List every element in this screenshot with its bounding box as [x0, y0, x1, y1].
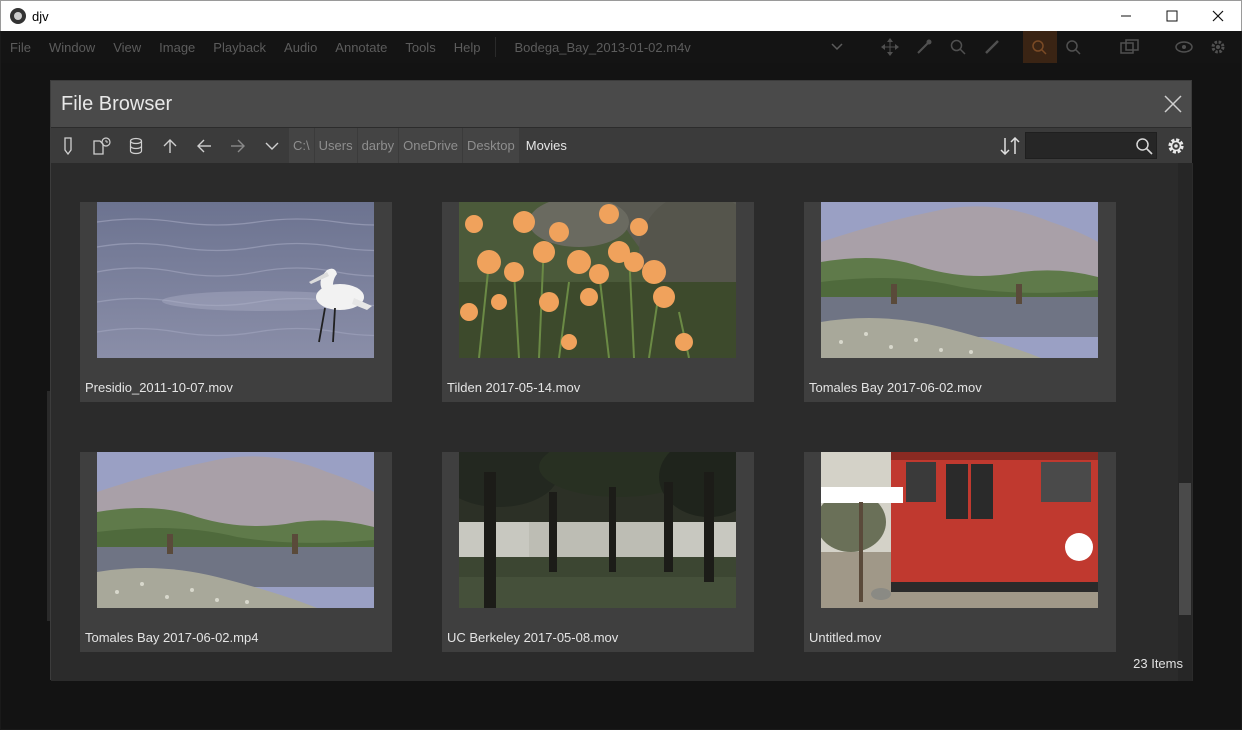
back-button[interactable] — [187, 128, 221, 164]
file-browser-dialog: File Browser C:\ Users darby OneDrive De… — [50, 80, 1193, 681]
thumbnail-trees — [459, 452, 736, 608]
arrow-right-icon — [231, 139, 245, 152]
search-icon[interactable] — [1133, 135, 1155, 157]
menu-tools[interactable]: Tools — [396, 40, 444, 55]
current-file-combo[interactable]: Bodega_Bay_2013-01-02.m4v — [514, 40, 814, 55]
window-layout-icon[interactable] — [1113, 31, 1147, 63]
up-folder-button[interactable] — [153, 128, 187, 164]
file-name: Tilden 2017-05-14.mov — [447, 380, 581, 395]
move-icon[interactable] — [873, 31, 907, 63]
menu-file[interactable]: File — [1, 40, 40, 55]
minimize-icon — [1121, 15, 1131, 17]
breadcrumb-desktop[interactable]: Desktop — [463, 127, 519, 164]
close-dialog-button[interactable] — [1161, 92, 1185, 116]
thumbnail-bay — [97, 452, 374, 608]
item-count: 23 Items — [1133, 656, 1183, 671]
drives-button[interactable] — [119, 128, 153, 164]
menu-annotate[interactable]: Annotate — [326, 40, 396, 55]
arrow-up-icon — [163, 138, 177, 153]
thumbnail-poppies — [459, 202, 736, 358]
file-tile[interactable]: Tomales Bay 2017-06-02.mp4 — [80, 452, 392, 652]
gear-icon — [1168, 138, 1184, 154]
breadcrumb-darby[interactable]: darby — [357, 127, 399, 164]
gear-icon[interactable] — [1201, 31, 1235, 63]
chevron-down-icon[interactable] — [831, 31, 851, 63]
menu-playback[interactable]: Playback — [204, 40, 275, 55]
arrow-left-icon — [197, 139, 211, 152]
menu-audio[interactable]: Audio — [275, 40, 326, 55]
menu-view[interactable]: View — [104, 40, 150, 55]
annotate-pen-icon[interactable] — [975, 31, 1009, 63]
magnify-icon[interactable] — [941, 31, 975, 63]
close-window-button[interactable] — [1195, 1, 1241, 31]
file-name: Presidio_2011-10-07.mov — [85, 380, 233, 395]
menu-window[interactable]: Window — [40, 40, 104, 55]
toolbar-icons — [873, 31, 1235, 63]
forward-button[interactable] — [221, 128, 255, 164]
bookmark-icon — [64, 136, 72, 155]
shortcuts-button[interactable] — [51, 128, 85, 164]
file-name: Untitled.mov — [809, 630, 882, 645]
menu-help[interactable]: Help — [445, 40, 490, 55]
vertical-scrollbar[interactable] — [1178, 163, 1192, 681]
breadcrumb-current[interactable]: Movies — [520, 128, 571, 164]
dialog-title: File Browser — [61, 92, 173, 115]
color-picker-icon[interactable] — [907, 31, 941, 63]
file-name: UC Berkeley 2017-05-08.mov — [447, 630, 619, 645]
breadcrumb-drive[interactable]: C:\ — [289, 127, 314, 164]
window-titlebar: djv — [0, 0, 1242, 31]
menu-image[interactable]: Image — [150, 40, 204, 55]
breadcrumb-onedrive[interactable]: OneDrive — [399, 127, 463, 164]
visibility-icon[interactable] — [1167, 31, 1201, 63]
file-browser-toggle-icon[interactable] — [1023, 31, 1057, 63]
thumbnail-bay — [821, 202, 1098, 358]
close-icon — [1164, 95, 1182, 113]
dialog-header: File Browser — [51, 81, 1191, 127]
drive-icon — [129, 137, 143, 154]
dialog-toolbar: C:\ Users darby OneDrive Desktop Movies — [51, 127, 1193, 164]
file-tile[interactable]: Untitled.mov — [804, 452, 1116, 652]
maximize-icon — [1166, 10, 1178, 22]
recent-files-icon[interactable] — [1057, 31, 1091, 63]
recent-file-icon — [93, 136, 111, 155]
minimize-button[interactable] — [1103, 1, 1149, 31]
file-tile[interactable]: Presidio_2011-10-07.mov — [80, 202, 392, 402]
settings-button[interactable] — [1159, 128, 1193, 164]
menu-divider — [495, 37, 497, 57]
app-logo-icon — [10, 8, 26, 24]
recent-button[interactable] — [85, 128, 119, 164]
file-grid-area: Presidio_2011-10-07.mov Tilden 2017-05-1… — [51, 163, 1193, 681]
close-icon — [1212, 10, 1224, 22]
history-dropdown-button[interactable] — [255, 128, 289, 164]
sort-icon — [1000, 137, 1020, 155]
file-name: Tomales Bay 2017-06-02.mov — [809, 380, 982, 395]
file-tile[interactable]: Tomales Bay 2017-06-02.mov — [804, 202, 1116, 402]
thumbnail-train — [821, 452, 1098, 608]
window-title: djv — [32, 8, 49, 24]
file-name: Tomales Bay 2017-06-02.mp4 — [85, 630, 259, 645]
breadcrumb-users[interactable]: Users — [314, 127, 357, 164]
sort-button[interactable] — [993, 128, 1027, 164]
file-tile[interactable]: UC Berkeley 2017-05-08.mov — [442, 452, 754, 652]
window-controls — [1103, 1, 1241, 31]
thumbnail-egret — [97, 202, 374, 358]
file-tile[interactable]: Tilden 2017-05-14.mov — [442, 202, 754, 402]
scrollbar-thumb[interactable] — [1179, 483, 1191, 615]
maximize-button[interactable] — [1149, 1, 1195, 31]
chevron-down-icon — [265, 142, 279, 150]
